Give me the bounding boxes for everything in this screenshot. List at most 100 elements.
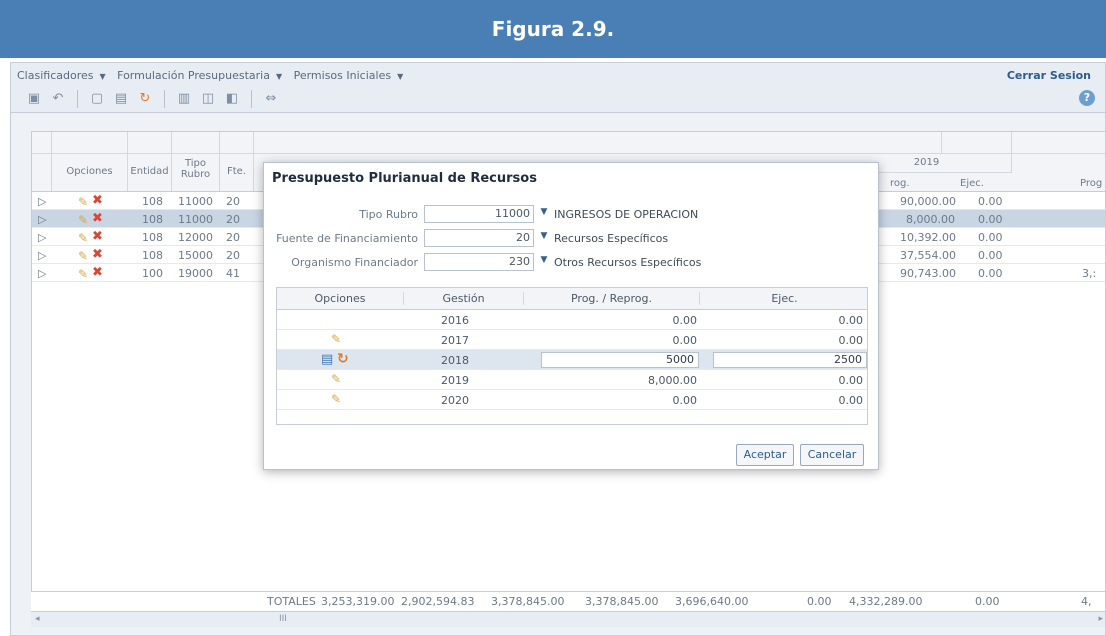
refresh-icon[interactable]: ↻ xyxy=(136,90,154,108)
gestion-row[interactable]: ✎ 2020 0.00 0.00 xyxy=(277,390,867,410)
fuente-input[interactable]: 20 xyxy=(424,229,534,247)
cell-gestion: 2019 xyxy=(441,374,469,387)
horizontal-scrollbar[interactable]: ◂ III ▸ xyxy=(31,611,1105,627)
pdf-icon[interactable]: ◫ xyxy=(199,90,217,108)
cell-fte: 20 xyxy=(226,195,240,208)
gestion-row[interactable]: ✎ 2019 8,000.00 0.00 xyxy=(277,370,867,390)
col-opciones: Opciones xyxy=(314,292,366,305)
cell-entidad: 108 xyxy=(142,213,163,226)
expand-icon[interactable]: ▷ xyxy=(38,231,46,244)
delete-icon[interactable]: ✖ xyxy=(92,193,103,208)
cell-gestion: 2020 xyxy=(441,394,469,407)
field-description: INGRESOS DE OPERACION xyxy=(554,208,699,221)
menu-permisos[interactable]: Permisos Iniciales xyxy=(294,69,391,82)
edit-icon[interactable]: ✎ xyxy=(78,267,88,281)
edit-icon[interactable]: ✎ xyxy=(331,372,341,386)
plurianual-dialog: Presupuesto Plurianual de Recursos Tipo … xyxy=(263,162,879,470)
edit-icon[interactable]: ✎ xyxy=(78,231,88,245)
cell-tipo: 11000 xyxy=(178,195,213,208)
edit-icon[interactable]: ✎ xyxy=(78,213,88,227)
expand-icon[interactable]: ▷ xyxy=(38,249,46,262)
chevron-down-icon[interactable]: ▼ xyxy=(537,231,551,245)
organismo-input[interactable]: 230 xyxy=(424,253,534,271)
field-label: Tipo Rubro xyxy=(359,208,418,221)
print-icon[interactable]: ▥ xyxy=(175,90,193,108)
field-description: Recursos Específicos xyxy=(554,232,669,245)
edit-icon[interactable]: ✎ xyxy=(78,249,88,263)
cell-prog: 90,743.00 xyxy=(900,267,956,280)
edit-icon[interactable]: ✎ xyxy=(331,332,341,346)
view-icon[interactable]: ▣ xyxy=(25,90,43,108)
field-tipo-rubro: Tipo Rubro 11000 ▼ INGRESOS DE OPERACION xyxy=(264,205,878,225)
cell-fte: 41 xyxy=(226,267,240,280)
edit-icon[interactable]: ✎ xyxy=(78,195,88,209)
cell-ejec: 0.00 xyxy=(978,231,1003,244)
chevron-down-icon[interactable]: ▼ xyxy=(537,255,551,269)
total-value: 3,253,319.00 xyxy=(321,595,395,608)
cell-tipo: 19000 xyxy=(178,267,213,280)
tipo-rubro-input[interactable]: 11000 xyxy=(424,205,534,223)
gestion-row-editing[interactable]: ▤ ↻ 2018 5000 2500 xyxy=(277,350,867,370)
col-ejec: Ejec. xyxy=(699,292,869,305)
gestion-table: Opciones Gestión Prog. / Reprog. Ejec. 2… xyxy=(276,287,868,425)
gestion-row[interactable]: ✎ 2017 0.00 0.00 xyxy=(277,330,867,350)
delete-icon[interactable]: ✖ xyxy=(92,247,103,262)
menu-formulacion[interactable]: Formulación Presupuestaria xyxy=(117,69,270,82)
export-icon[interactable]: ◧ xyxy=(223,90,241,108)
cell-prog-next: 3,: xyxy=(1082,267,1097,280)
help-icon[interactable]: ? xyxy=(1079,90,1095,106)
cell-gestion: 2016 xyxy=(441,314,469,327)
menu-bar: Clasificadores ▼ Formulación Presupuestar… xyxy=(11,63,1105,85)
total-value: 2,902,594.83 xyxy=(401,595,475,608)
cell-fte: 20 xyxy=(226,249,240,262)
scroll-right-icon[interactable]: ▸ xyxy=(1098,614,1103,624)
col-opciones: Opciones xyxy=(66,166,113,177)
chevron-down-icon: ▼ xyxy=(275,72,283,81)
scroll-left-icon[interactable]: ◂ xyxy=(35,614,40,624)
total-value: 3,378,845.00 xyxy=(491,595,565,608)
toolbar-separator xyxy=(164,89,165,108)
total-value: 4,332,289.00 xyxy=(849,595,923,608)
cell-fte: 20 xyxy=(226,231,240,244)
col-tipo-rubro: Tipo Rubro xyxy=(180,158,211,180)
expand-icon[interactable]: ▷ xyxy=(38,267,46,280)
col-prog-reprog: Prog. / Reprog. xyxy=(523,292,699,305)
total-value: 0.00 xyxy=(807,595,832,608)
fit-columns-icon[interactable]: ⇔ xyxy=(262,90,280,108)
field-description: Otros Recursos Específicos xyxy=(554,256,702,269)
cell-entidad: 100 xyxy=(142,267,163,280)
delete-icon[interactable]: ✖ xyxy=(92,265,103,280)
undo-icon[interactable]: ↶ xyxy=(49,90,67,108)
col-entidad: Entidad xyxy=(130,166,169,177)
menu-clasificadores[interactable]: Clasificadores xyxy=(17,69,93,82)
gestion-row[interactable]: 2016 0.00 0.00 xyxy=(277,310,867,330)
cell-ejec: 0.00 xyxy=(978,249,1003,262)
expand-icon[interactable]: ▷ xyxy=(38,213,46,226)
figure-title: Figura 2.9. xyxy=(491,17,615,41)
cell-prog: 8,000.00 xyxy=(906,213,955,226)
cell-entidad: 108 xyxy=(142,195,163,208)
grid-header-top xyxy=(32,132,1105,154)
toolbar-separator xyxy=(77,89,78,108)
total-value: 3,378,845.00 xyxy=(585,595,659,608)
totals-label: TOTALES xyxy=(267,595,316,608)
cell-ejec: 0.00 xyxy=(838,374,864,387)
prog-input[interactable]: 5000 xyxy=(541,352,699,368)
accept-button[interactable]: Aceptar xyxy=(736,444,794,466)
cancel-button[interactable]: Cancelar xyxy=(800,444,864,466)
cell-tipo: 11000 xyxy=(178,213,213,226)
undo-icon[interactable]: ↻ xyxy=(337,351,349,367)
save-icon[interactable]: ▤ xyxy=(321,352,333,367)
chevron-down-icon[interactable]: ▼ xyxy=(537,207,551,221)
scroll-thumb[interactable]: III xyxy=(279,614,287,624)
logout-link[interactable]: Cerrar Sesion xyxy=(1007,69,1091,82)
expand-icon[interactable]: ▷ xyxy=(38,195,46,208)
cell-gestion: 2017 xyxy=(441,334,469,347)
delete-icon[interactable]: ✖ xyxy=(92,229,103,244)
save-icon[interactable]: ▤ xyxy=(112,90,130,108)
ejec-input[interactable]: 2500 xyxy=(713,352,867,368)
new-document-icon[interactable]: ▢ xyxy=(88,90,106,108)
toolbar: ▣ ↶ ▢ ▤ ↻ ▥ ◫ ◧ ⇔ xyxy=(11,85,1105,113)
delete-icon[interactable]: ✖ xyxy=(92,211,103,226)
edit-icon[interactable]: ✎ xyxy=(331,392,341,406)
